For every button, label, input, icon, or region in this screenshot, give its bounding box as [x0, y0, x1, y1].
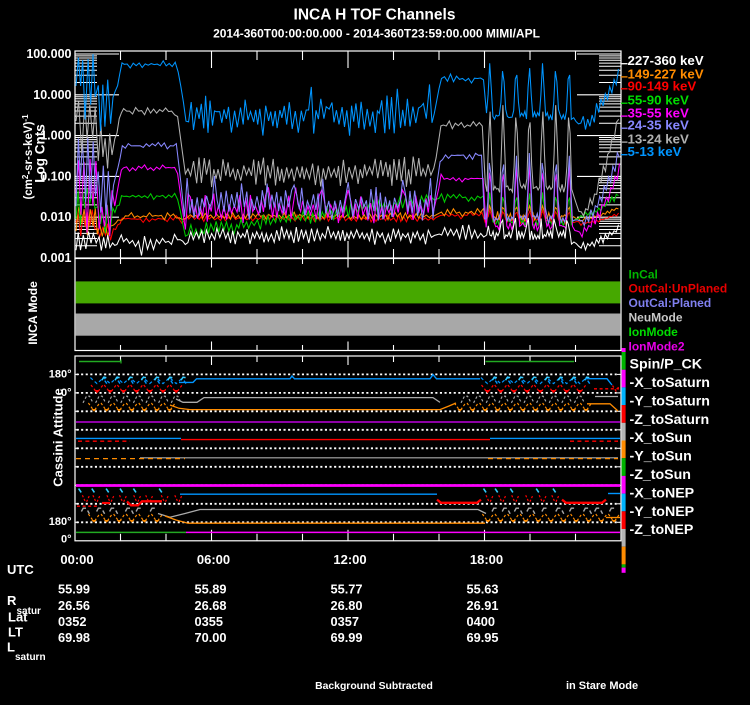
svg-text:InCal: InCal — [629, 267, 658, 281]
svg-text:UTC: UTC — [7, 562, 34, 577]
svg-text:Background Subtracted: Background Subtracted — [315, 681, 433, 692]
svg-text:OutCal:UnPlaned: OutCal:UnPlaned — [629, 282, 728, 296]
svg-text:90-149 keV: 90-149 keV — [628, 78, 697, 93]
svg-text:-Y_toSun: -Y_toSun — [630, 449, 692, 465]
svg-text:R: R — [7, 593, 17, 608]
svg-text:55.77: 55.77 — [331, 582, 363, 597]
svg-text:2014-360T00:00:00.000 - 2014-3: 2014-360T00:00:00.000 - 2014-360T23:59:0… — [213, 27, 540, 41]
svg-text:69.98: 69.98 — [58, 630, 90, 645]
svg-text:180°: 180° — [49, 516, 72, 528]
svg-text:24-35 keV: 24-35 keV — [628, 118, 689, 133]
svg-text:10.000: 10.000 — [33, 88, 71, 102]
svg-text:0.010: 0.010 — [40, 210, 71, 224]
svg-text:IonMode2: IonMode2 — [629, 339, 685, 353]
svg-text:12:00: 12:00 — [333, 552, 366, 567]
svg-text:0357: 0357 — [331, 614, 359, 629]
svg-text:55.63: 55.63 — [467, 582, 499, 597]
svg-text:Spin/P_CK: Spin/P_CK — [630, 357, 703, 373]
svg-text:55.99: 55.99 — [58, 582, 90, 597]
svg-text:0.001: 0.001 — [40, 251, 71, 265]
svg-text:100.000: 100.000 — [26, 47, 71, 61]
svg-text:L: L — [7, 640, 15, 655]
svg-text:0400: 0400 — [467, 614, 495, 629]
svg-text:-Y_toSaturn: -Y_toSaturn — [630, 393, 710, 409]
svg-text:Lat: Lat — [8, 610, 28, 625]
svg-text:0355: 0355 — [195, 614, 223, 629]
svg-text:-X_toNEP: -X_toNEP — [630, 485, 695, 501]
svg-text:06:00: 06:00 — [197, 552, 230, 567]
svg-text:0°: 0° — [61, 387, 72, 399]
svg-text:INCA H TOF Channels: INCA H TOF Channels — [294, 7, 456, 24]
svg-text:-Z_toSun: -Z_toSun — [630, 467, 691, 483]
svg-text:IonMode: IonMode — [629, 325, 679, 339]
svg-text:-Y_toNEP: -Y_toNEP — [630, 504, 695, 520]
svg-text:Cassini Attitude: Cassini Attitude — [51, 388, 66, 486]
svg-text:26.68: 26.68 — [195, 598, 227, 613]
svg-text:saturn: saturn — [15, 652, 46, 663]
svg-text:-X_toSaturn: -X_toSaturn — [630, 375, 710, 391]
svg-text:00:00: 00:00 — [60, 552, 93, 567]
svg-text:-Z_toNEP: -Z_toNEP — [630, 522, 694, 538]
svg-text:18:00: 18:00 — [470, 552, 503, 567]
svg-text:0352: 0352 — [58, 614, 86, 629]
svg-text:OutCal:Planed: OutCal:Planed — [629, 296, 712, 310]
svg-text:0°: 0° — [61, 534, 72, 546]
svg-text:26.91: 26.91 — [467, 598, 499, 613]
svg-text:5-13 keV: 5-13 keV — [628, 144, 682, 159]
svg-text:(cm2-sr-s-keV)-1: (cm2-sr-s-keV)-1 — [21, 114, 35, 200]
svg-text:69.95: 69.95 — [467, 630, 499, 645]
svg-text:in Stare Mode: in Stare Mode — [566, 680, 638, 692]
svg-text:70.00: 70.00 — [195, 630, 227, 645]
svg-text:NeuMode: NeuMode — [629, 311, 683, 325]
svg-text:INCA Mode: INCA Mode — [26, 281, 40, 345]
svg-text:180°: 180° — [49, 369, 72, 381]
svg-text:LT: LT — [8, 625, 23, 640]
svg-text:-Z_toSaturn: -Z_toSaturn — [630, 412, 710, 428]
svg-text:55.89: 55.89 — [195, 582, 227, 597]
svg-text:-X_toSun: -X_toSun — [630, 430, 692, 446]
svg-text:26.56: 26.56 — [58, 598, 90, 613]
svg-text:69.99: 69.99 — [331, 630, 363, 645]
svg-text:26.80: 26.80 — [331, 598, 363, 613]
